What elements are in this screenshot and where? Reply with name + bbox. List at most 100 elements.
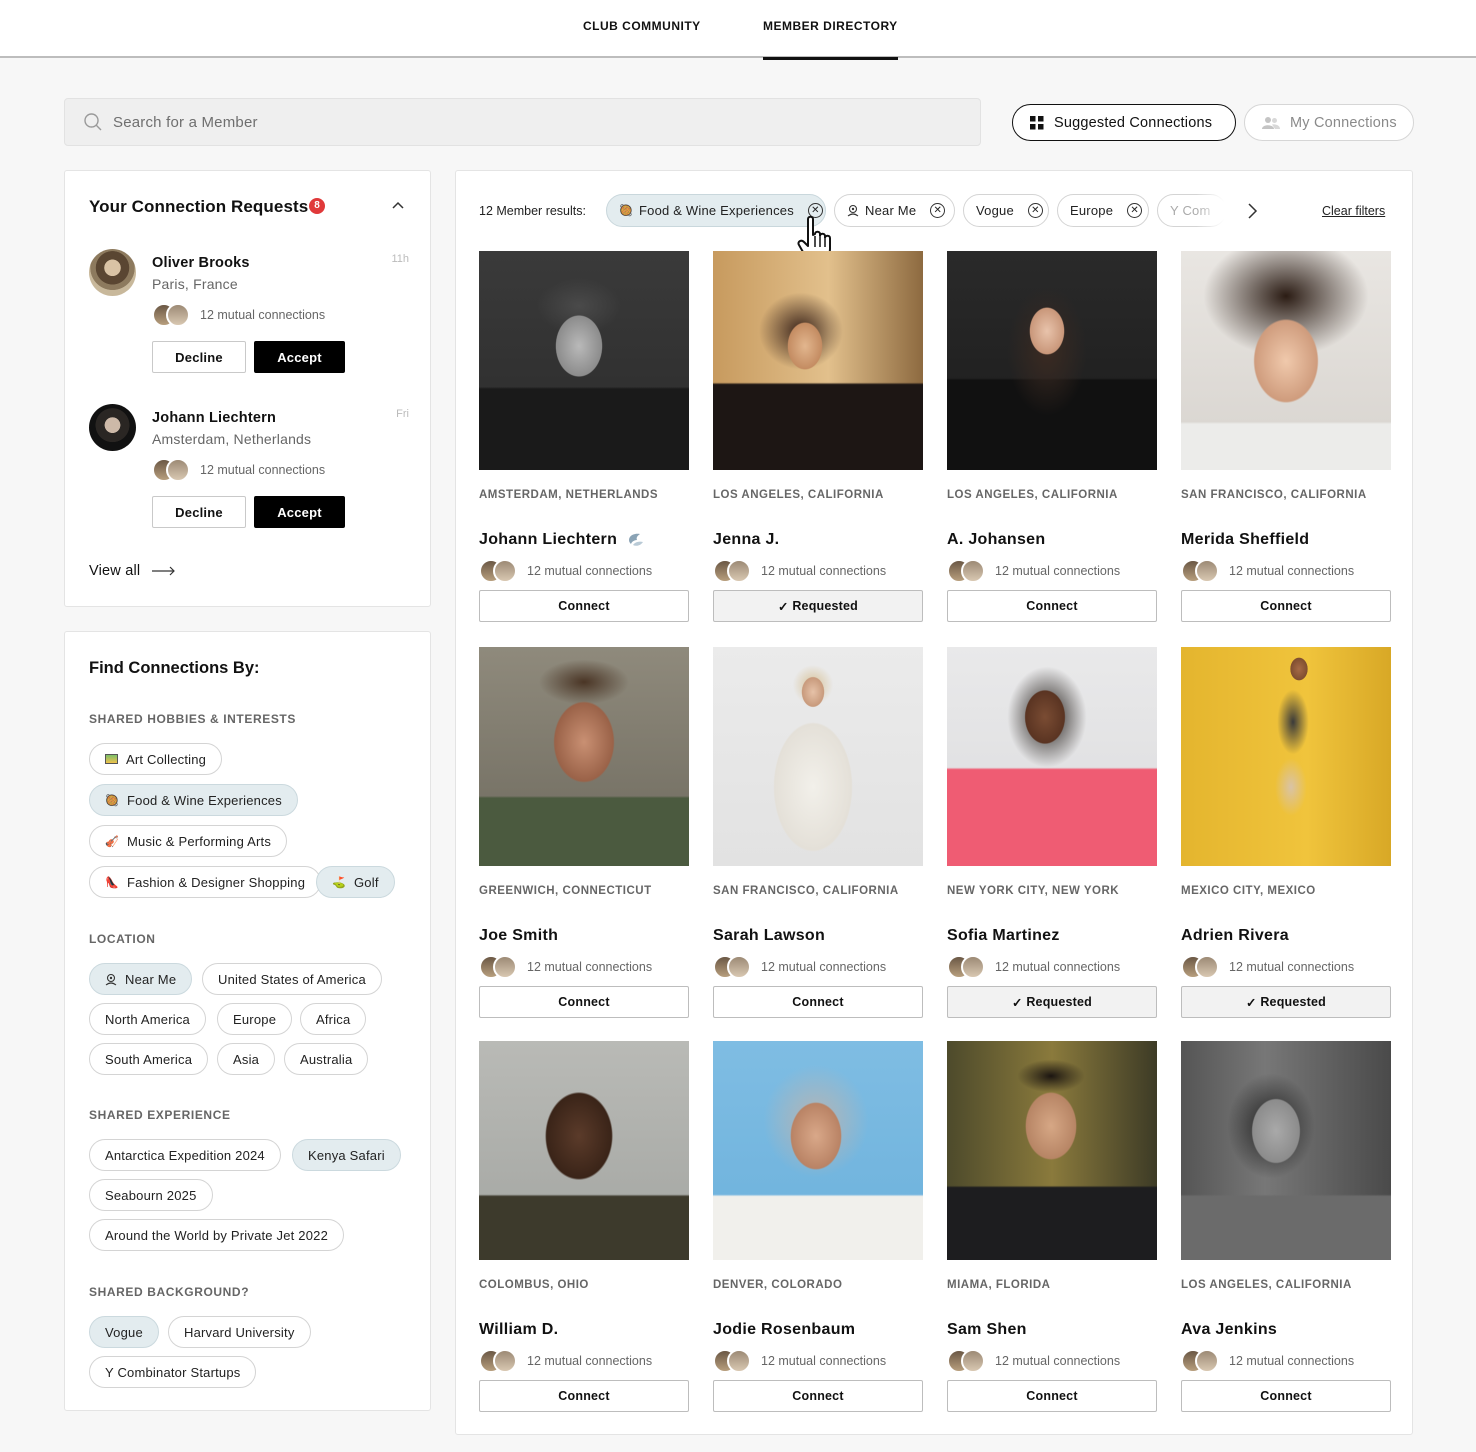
avatar[interactable] [89, 404, 136, 451]
mutual-connections[interactable]: 12 mutual connections [479, 955, 652, 979]
member-photo[interactable] [479, 647, 689, 866]
member-photo[interactable] [947, 251, 1157, 470]
requester-name[interactable]: Johann Liechtern [152, 410, 276, 426]
avatar[interactable] [89, 249, 136, 296]
decline-button[interactable]: Decline [152, 341, 246, 373]
chip-europe[interactable]: Europe [217, 1003, 293, 1035]
member-photo[interactable] [947, 1041, 1157, 1260]
mutual-connections[interactable]: 12 mutual connections [479, 559, 652, 583]
chip-food-wine[interactable]: 🥘 Food & Wine Experiences [89, 784, 298, 816]
chip-asia[interactable]: Asia [217, 1043, 276, 1075]
mutual-connections[interactable]: 12 mutual connections [152, 458, 325, 482]
view-all-link[interactable]: View all [89, 563, 176, 579]
chip-south-america[interactable]: South America [89, 1043, 209, 1075]
member-photo[interactable] [1181, 647, 1391, 866]
mutual-connections[interactable]: 12 mutual connections [713, 1349, 886, 1373]
member-photo[interactable] [713, 251, 923, 470]
member-name[interactable]: Adrien Rivera [1181, 927, 1289, 945]
chip-australia[interactable]: Australia [284, 1043, 369, 1075]
chip-africa[interactable]: Africa [300, 1003, 367, 1035]
decline-button[interactable]: Decline [152, 496, 246, 528]
mutual-connections[interactable]: 12 mutual connections [1181, 1349, 1354, 1373]
member-name-row: Sam Shen [947, 1321, 1027, 1339]
chip-fashion[interactable]: 👠 Fashion & Designer Shopping [89, 866, 322, 898]
chip-seabourn[interactable]: Seabourn 2025 [89, 1179, 213, 1211]
member-photo[interactable] [1181, 251, 1391, 470]
mutual-connections[interactable]: 12 mutual connections [1181, 955, 1354, 979]
connect-button[interactable]: Connect [1181, 590, 1391, 622]
suggested-connections-button[interactable]: Suggested Connections [1012, 104, 1236, 141]
requester-location: Paris, France [152, 276, 238, 292]
close-icon[interactable]: ✕ [1127, 203, 1143, 218]
filter-chip-food-wine[interactable]: 🥘 Food & Wine Experiences ✕ [606, 194, 826, 227]
requested-button[interactable]: ✓ Requested [947, 986, 1157, 1018]
accept-button[interactable]: Accept [254, 341, 345, 373]
connect-button[interactable]: Connect [947, 590, 1157, 622]
member-name[interactable]: Merida Sheffield [1181, 531, 1309, 549]
chip-usa[interactable]: United States of America [202, 963, 382, 995]
member-location: NEW YORK CITY, NEW YORK [947, 885, 1120, 897]
connect-button[interactable]: Connect [947, 1380, 1157, 1412]
mutual-connections[interactable]: 12 mutual connections [1181, 559, 1354, 583]
member-photo[interactable] [1181, 1041, 1391, 1260]
filter-chip-vogue[interactable]: Vogue ✕ [963, 194, 1049, 227]
chip-y-combinator[interactable]: Y Combinator Startups [89, 1356, 257, 1388]
chip-art-collecting[interactable]: Art Collecting [89, 743, 223, 775]
chip-near-me[interactable]: Near Me [89, 963, 193, 995]
member-name[interactable]: Jodie Rosenbaum [713, 1321, 855, 1339]
requested-button[interactable]: ✓ Requested [713, 590, 923, 622]
member-name[interactable]: William D. [479, 1321, 558, 1339]
section-background: SHARED BACKGROUND? [89, 1285, 250, 1299]
member-name[interactable]: Sofia Martinez [947, 927, 1060, 945]
member-name[interactable]: A. Johansen [947, 531, 1045, 549]
chip-kenya-safari[interactable]: Kenya Safari [292, 1139, 401, 1171]
member-photo[interactable] [713, 647, 923, 866]
mutual-connections[interactable]: 12 mutual connections [713, 559, 886, 583]
member-photo[interactable] [479, 251, 689, 470]
member-name[interactable]: Johann Liechtern [479, 531, 617, 549]
search-input[interactable] [113, 99, 963, 145]
chip-music-arts[interactable]: 🎻 Music & Performing Arts [89, 825, 288, 857]
connect-button[interactable]: Connect [479, 1380, 689, 1412]
chip-private-jet[interactable]: Around the World by Private Jet 2022 [89, 1219, 345, 1251]
mutual-connections[interactable]: 12 mutual connections [152, 303, 325, 327]
connect-button[interactable]: Connect [1181, 1380, 1391, 1412]
tab-member-directory[interactable]: MEMBER DIRECTORY [763, 19, 898, 60]
tab-club-community[interactable]: CLUB COMMUNITY [583, 19, 701, 33]
chip-vogue[interactable]: Vogue [89, 1316, 159, 1348]
filter-chip-near-me[interactable]: Near Me ✕ [834, 194, 955, 227]
chip-golf[interactable]: ⛳ Golf [316, 866, 395, 898]
close-icon[interactable]: ✕ [1027, 203, 1043, 218]
member-name[interactable]: Ava Jenkins [1181, 1321, 1277, 1339]
mutual-connections[interactable]: 12 mutual connections [479, 1349, 652, 1373]
close-icon[interactable]: ✕ [930, 203, 946, 218]
requested-button[interactable]: ✓ Requested [1181, 986, 1391, 1018]
chip-north-america[interactable]: North America [89, 1003, 206, 1035]
member-photo[interactable] [713, 1041, 923, 1260]
member-photo[interactable] [479, 1041, 689, 1260]
chip-antarctica[interactable]: Antarctica Expedition 2024 [89, 1139, 281, 1171]
connection-requests-panel: Your Connection Requests 8 Oliver Brooks… [64, 170, 431, 607]
mutual-connections[interactable]: 12 mutual connections [947, 955, 1120, 979]
connect-button[interactable]: Connect [713, 986, 923, 1018]
requester-name[interactable]: Oliver Brooks [152, 255, 250, 271]
connect-button[interactable]: Connect [479, 590, 689, 622]
member-photo[interactable] [947, 647, 1157, 866]
chevron-right-icon[interactable] [1246, 202, 1258, 220]
chip-harvard[interactable]: Harvard University [168, 1316, 311, 1348]
mutual-connections[interactable]: 12 mutual connections [713, 955, 886, 979]
member-name[interactable]: Jenna J. [713, 531, 779, 549]
member-name[interactable]: Sarah Lawson [713, 927, 825, 945]
connect-button[interactable]: Connect [713, 1380, 923, 1412]
member-name[interactable]: Joe Smith [479, 927, 558, 945]
member-name[interactable]: Sam Shen [947, 1321, 1027, 1339]
mutual-connections[interactable]: 12 mutual connections [947, 559, 1120, 583]
clear-filters-link[interactable]: Clear filters [1322, 204, 1385, 218]
filter-chip-europe[interactable]: Europe ✕ [1057, 194, 1149, 227]
mutual-connections[interactable]: 12 mutual connections [947, 1349, 1120, 1373]
accept-button[interactable]: Accept [254, 496, 345, 528]
my-connections-button[interactable]: My Connections [1244, 104, 1414, 141]
connect-button[interactable]: Connect [479, 986, 689, 1018]
chevron-up-icon[interactable] [391, 199, 405, 211]
member-location: MIAMA, FLORIDA [947, 1279, 1051, 1291]
